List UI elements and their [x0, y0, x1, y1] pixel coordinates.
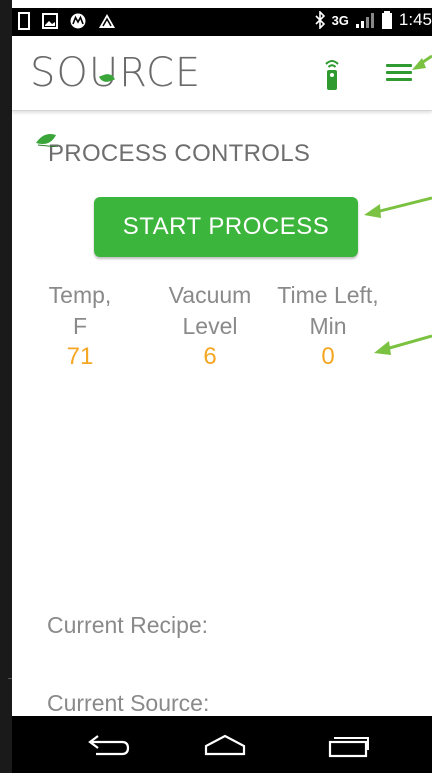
device-bezel — [0, 0, 12, 773]
current-source-label: Current Source: — [47, 690, 210, 716]
hamburger-menu-icon[interactable] — [386, 64, 412, 84]
metric-unit: Min — [309, 313, 347, 339]
divider-tick — [8, 678, 12, 679]
metric-time-left: Time Left, Min 0 — [266, 280, 390, 372]
annotation-arrow-button — [364, 196, 432, 218]
metric-label: Vacuum — [168, 282, 252, 308]
metric-temperature: Temp, F 71 — [24, 280, 136, 372]
alert-triangle-icon — [99, 14, 115, 28]
back-icon[interactable] — [84, 730, 130, 760]
metric-label: Temp, — [48, 282, 112, 308]
logo-text: SOURCE — [30, 50, 202, 96]
menu-line — [386, 78, 412, 81]
metric-unit: Level — [182, 313, 238, 339]
source-logo: SOURCE — [30, 50, 201, 96]
signal-icon — [355, 13, 374, 28]
process-metrics: Temp, F 71 Vacuum Level 6 Time Left, Min… — [24, 280, 404, 380]
metric-unit: F — [72, 313, 88, 339]
image-icon — [42, 13, 58, 29]
current-recipe-label: Current Recipe: — [47, 612, 209, 638]
remote-signal-icon[interactable] — [320, 56, 344, 92]
metric-value: 6 — [203, 343, 217, 370]
android-nav-bar — [12, 716, 432, 773]
metric-vacuum-level: Vacuum Level 6 — [154, 280, 266, 372]
metric-value: 0 — [321, 343, 335, 370]
metric-label: Time Left, — [277, 282, 379, 308]
menu-line — [386, 71, 412, 74]
status-time: 1:45 — [398, 10, 432, 29]
metric-value: 71 — [66, 343, 94, 370]
status-right: 3G 1:45 — [314, 10, 432, 30]
notification-square-icon — [18, 12, 30, 30]
app-header: SOURCE — [12, 36, 432, 111]
status-left-icons — [18, 12, 116, 30]
start-process-button[interactable]: START PROCESS — [94, 197, 358, 257]
menu-line — [386, 64, 412, 67]
network-type: 3G — [331, 12, 349, 28]
status-bar: 3G 1:45 — [12, 8, 432, 36]
battery-icon — [381, 11, 392, 29]
bluetooth-icon — [314, 11, 325, 29]
home-icon[interactable] — [202, 730, 248, 760]
leaf-icon — [36, 134, 58, 147]
annotation-arrow-menu — [412, 54, 432, 70]
motorola-icon — [70, 13, 86, 29]
phone-screen: 3G 1:45 SOURCE PROCESS CONTROLS START PR… — [0, 0, 432, 773]
section-title-text: PROCESS CONTROLS — [48, 140, 311, 167]
process-controls-title: PROCESS CONTROLS — [36, 134, 311, 168]
recent-apps-icon[interactable] — [326, 730, 372, 760]
